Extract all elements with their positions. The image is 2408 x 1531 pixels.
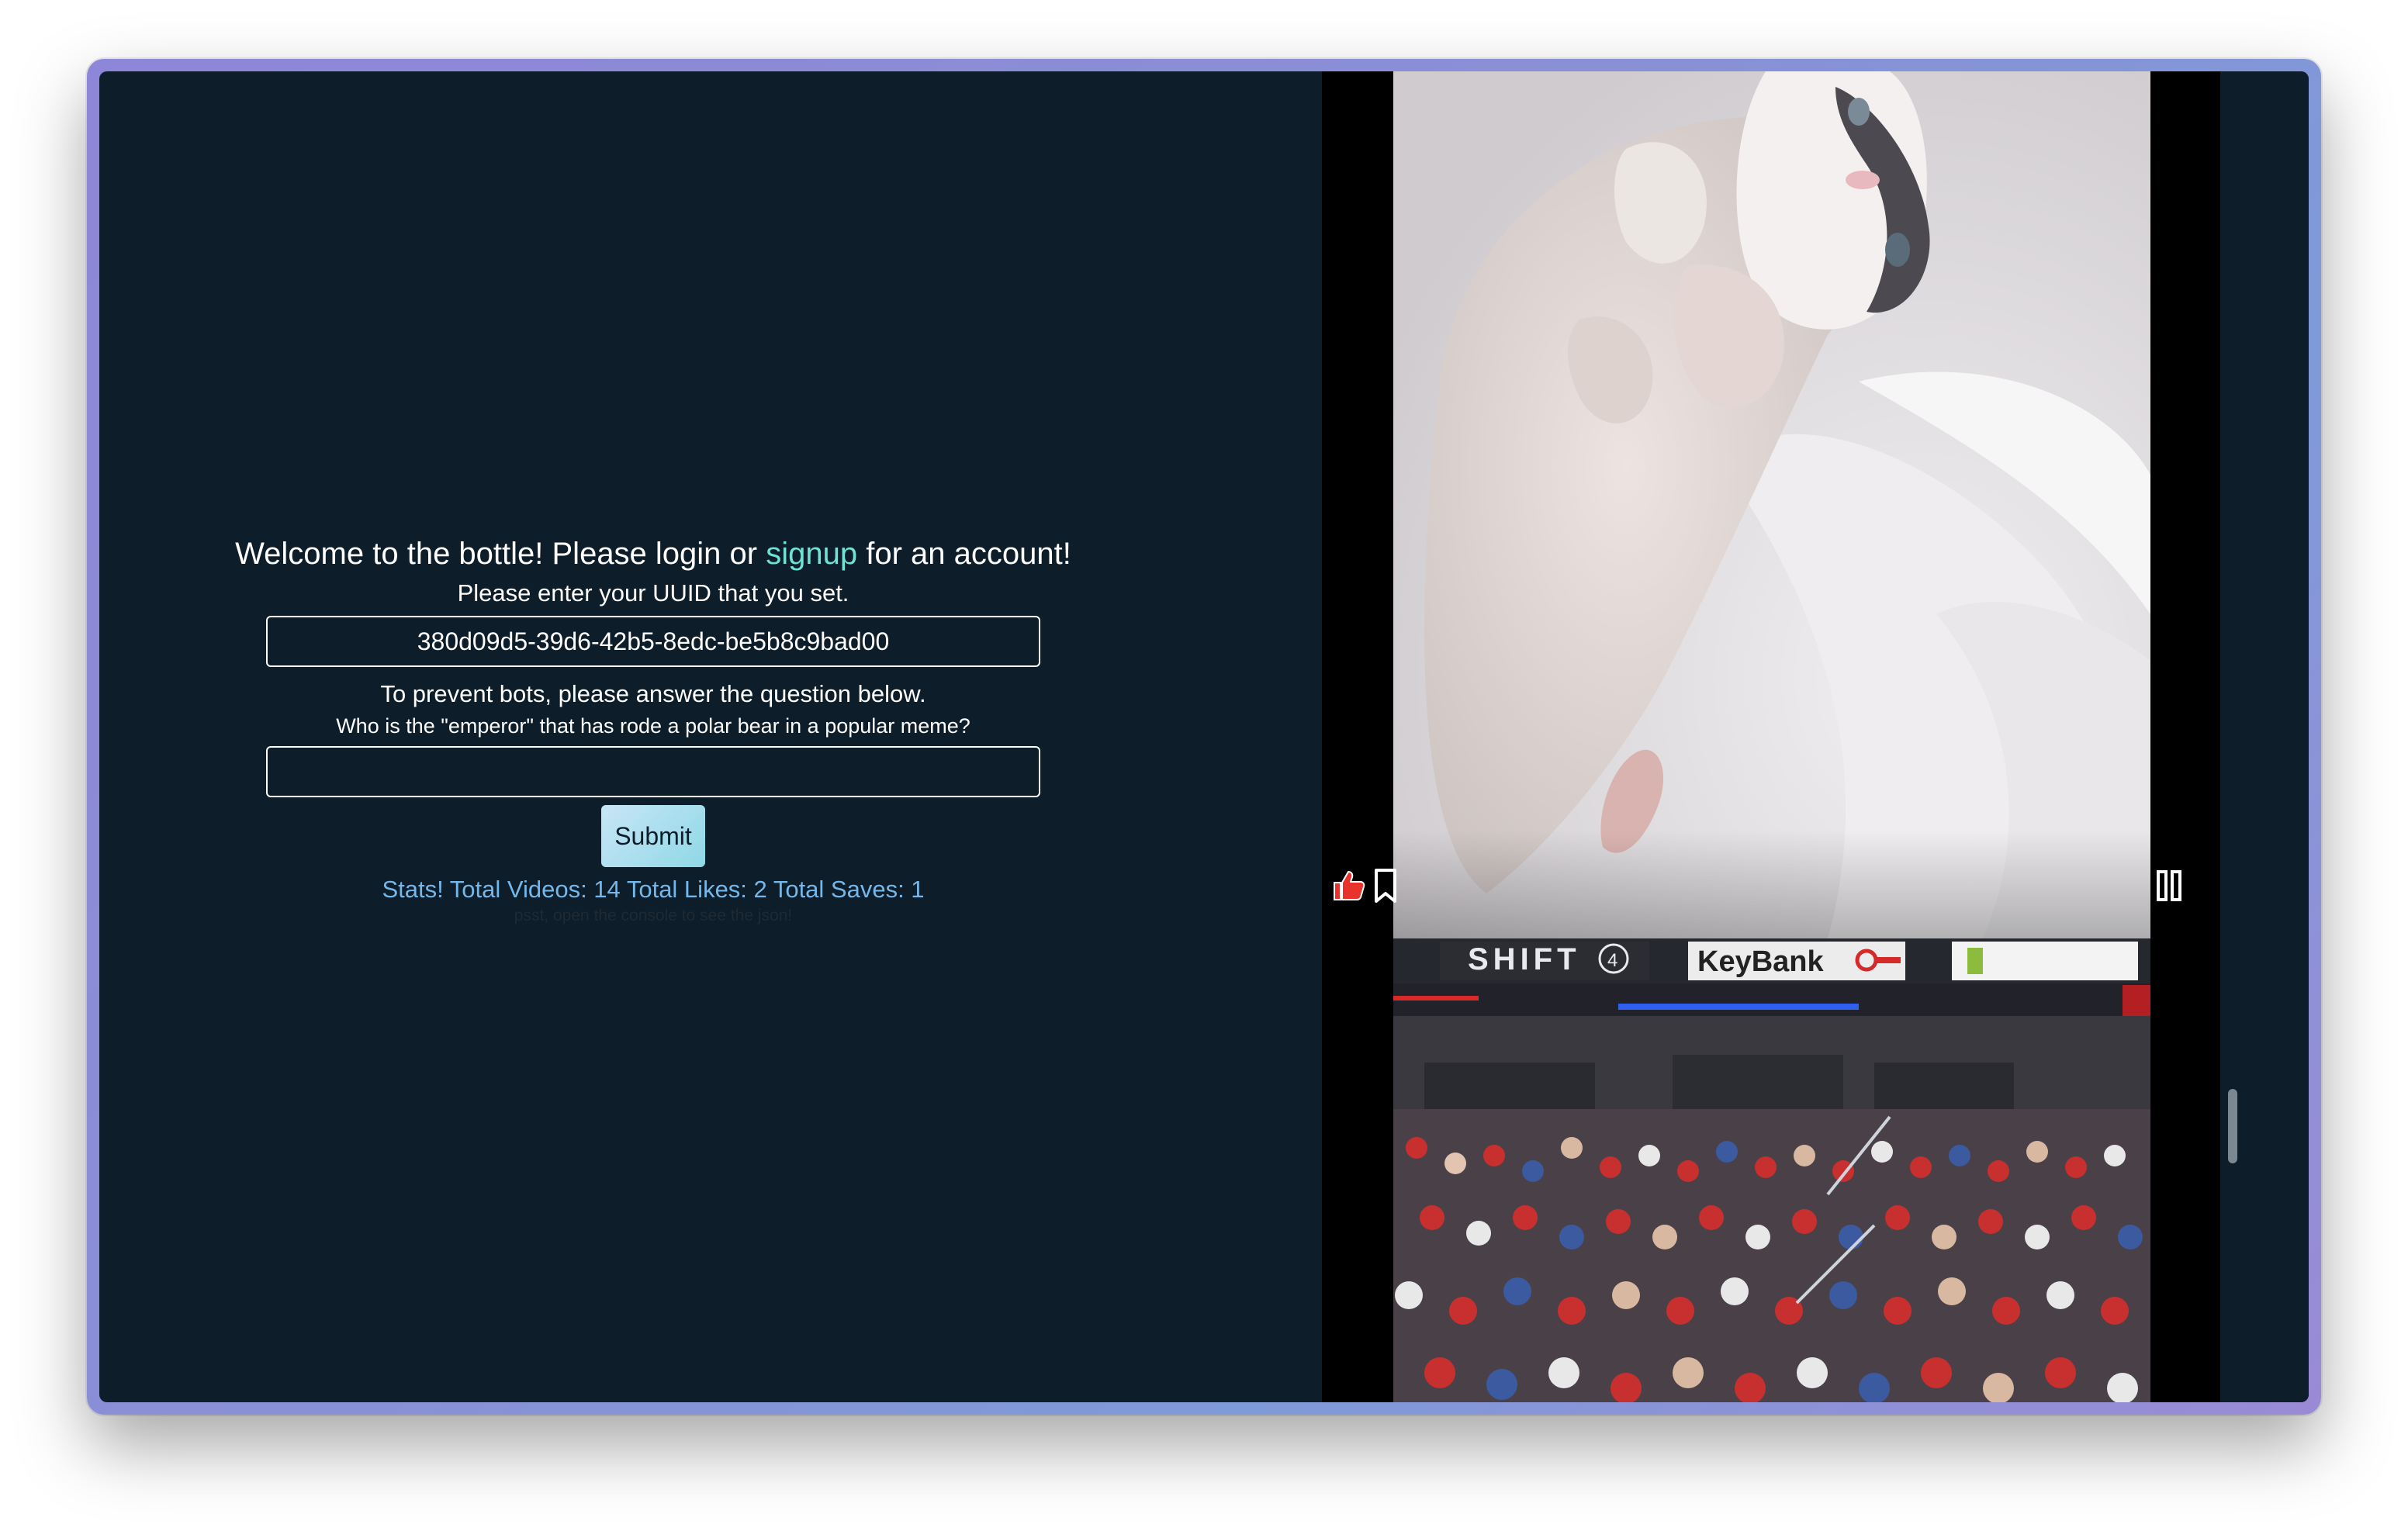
thumbs-up-icon (1334, 871, 1365, 900)
login-panel: Welcome to the bottle! Please login or s… (99, 71, 1322, 1402)
cat-video-frame (1393, 71, 2150, 938)
welcome-heading: Welcome to the bottle! Please login or s… (99, 532, 1207, 575)
banner-shift4-number: 4 (1607, 950, 1617, 971)
login-form: Welcome to the bottle! Please login or s… (99, 532, 1207, 926)
video-overlay-gradient (1393, 830, 2150, 938)
bookmark-icon (1375, 869, 1396, 903)
captcha-question: Who is the "emperor" that has rode a pol… (336, 714, 970, 738)
bot-prevention-label: To prevent bots, please answer the quest… (380, 680, 926, 707)
banner-keybank: KeyBank (1697, 945, 1824, 978)
save-button[interactable] (1364, 864, 1407, 907)
pause-button[interactable] (2147, 864, 2191, 907)
welcome-prefix: Welcome to the bottle! Please login or (235, 537, 766, 571)
console-hint: psst, open the console to see the json! (514, 907, 793, 924)
feed-scrollbar-thumb[interactable] (2228, 1089, 2237, 1163)
stats-text: Stats! Total Videos: 14 Total Likes: 2 T… (382, 876, 925, 903)
uuid-input[interactable] (266, 616, 1040, 667)
pause-icon (2157, 870, 2181, 901)
submit-button[interactable]: Submit (601, 805, 705, 867)
arena-video-frame: SHIFT 4 KeyBank (1393, 938, 2150, 1402)
banner-shift4: SHIFT (1468, 942, 1581, 976)
video-player-arena[interactable]: SHIFT 4 KeyBank (1393, 938, 2150, 1402)
video-feed[interactable]: SHIFT 4 KeyBank (1322, 71, 2309, 1402)
signup-link[interactable]: signup (766, 537, 857, 571)
captcha-answer-input[interactable] (266, 746, 1040, 797)
uuid-label: Please enter your UUID that you set. (457, 579, 849, 607)
welcome-suffix: for an account! (857, 537, 1071, 571)
video-player-cat[interactable] (1393, 71, 2150, 938)
app-window: Welcome to the bottle! Please login or s… (99, 71, 2309, 1402)
